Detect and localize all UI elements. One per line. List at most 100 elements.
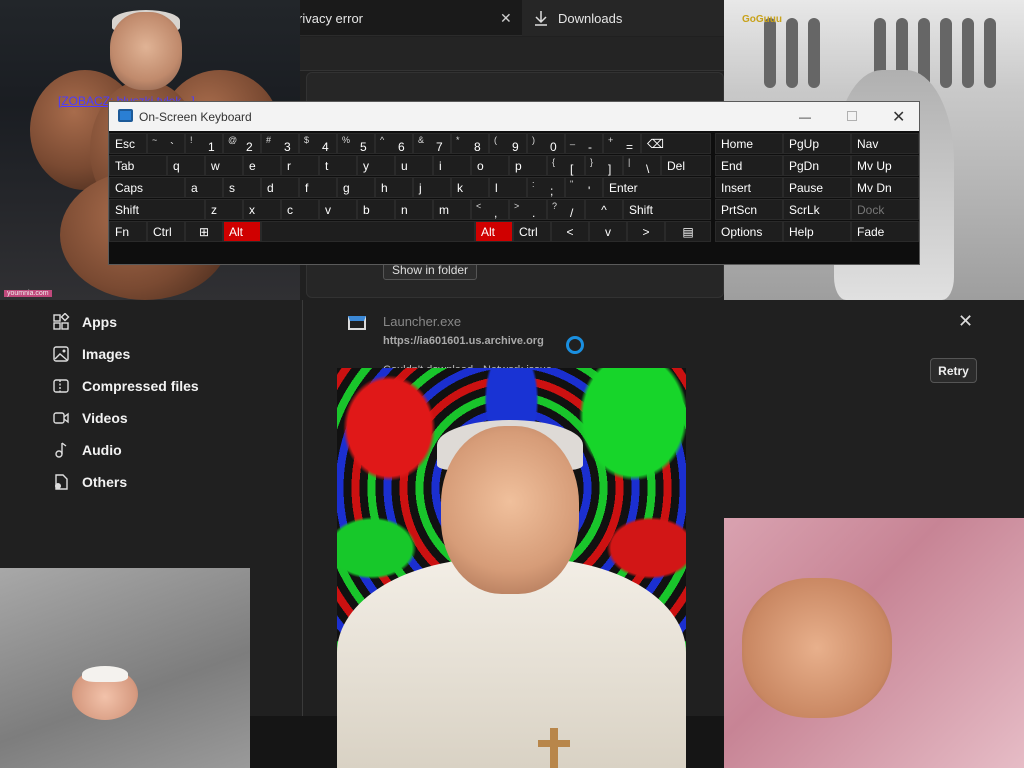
key-row5-2[interactable]: ⊞ xyxy=(185,221,223,242)
key-fade[interactable]: Fade xyxy=(851,221,919,242)
sidebar-item-compressed[interactable]: Compressed files xyxy=(40,370,280,402)
key-row3-9-l[interactable]: l xyxy=(489,177,527,198)
key-row1-12[interactable]: _ - xyxy=(565,133,603,154)
key-row1-11[interactable]: ) 0 xyxy=(527,133,565,154)
key-row1-9[interactable]: * 8 xyxy=(451,133,489,154)
key-row2-10-p[interactable]: p xyxy=(509,155,547,176)
key-row4-1-z[interactable]: z xyxy=(205,199,243,220)
key-row3-12-enter[interactable]: Enter xyxy=(603,177,711,198)
key-prtscn[interactable]: PrtScn xyxy=(715,199,783,220)
key-row2-8-i[interactable]: i xyxy=(433,155,471,176)
key-row2-1-q[interactable]: q xyxy=(167,155,205,176)
key-row1-10[interactable]: (9 xyxy=(489,133,527,154)
key-row5-1-ctrl[interactable]: Ctrl xyxy=(147,221,185,242)
key-row4-12-shift[interactable]: Shift xyxy=(623,199,711,220)
key-row3-5-g[interactable]: g xyxy=(337,177,375,198)
key-pgup[interactable]: PgUp xyxy=(783,133,851,154)
key-options[interactable]: Options xyxy=(715,221,783,242)
key-pgdn[interactable]: PgDn xyxy=(783,155,851,176)
close-icon[interactable]: ✕ xyxy=(958,311,973,332)
key-row5-5-alt[interactable]: Alt xyxy=(475,221,513,242)
key-row2-0-tab[interactable]: Tab xyxy=(109,155,167,176)
key-row4-6-n[interactable]: n xyxy=(395,199,433,220)
key-row2-7-u[interactable]: u xyxy=(395,155,433,176)
key-pause[interactable]: Pause xyxy=(783,177,851,198)
key-row1-13[interactable]: + = xyxy=(603,133,641,154)
key-dock[interactable]: Dock xyxy=(851,199,919,220)
tab-close-icon[interactable]: ✕ xyxy=(500,10,512,27)
key-row5-0-fn[interactable]: Fn xyxy=(109,221,147,242)
key-home[interactable]: Home xyxy=(715,133,783,154)
key-row5-9[interactable]: > xyxy=(627,221,665,242)
key-row1-6[interactable]: % 5 xyxy=(337,133,375,154)
key-row5-10[interactable]: ▤ xyxy=(665,221,711,242)
key-row2-9-o[interactable]: o xyxy=(471,155,509,176)
key-row3-7-j[interactable]: j xyxy=(413,177,451,198)
sidebar-item-videos[interactable]: Videos xyxy=(40,402,280,434)
key-row1-14[interactable]: ⌫ xyxy=(641,133,711,154)
key-row4-10[interactable]: ? / xyxy=(547,199,585,220)
key-row1-0-esc[interactable]: Esc xyxy=(109,133,147,154)
key-row5-8-v[interactable]: v xyxy=(589,221,627,242)
maximize-button[interactable] xyxy=(847,111,857,121)
key-row1-1[interactable]: ~ ` xyxy=(147,133,185,154)
key-row5-6-ctrl[interactable]: Ctrl xyxy=(513,221,551,242)
key-row5-4[interactable] xyxy=(261,221,475,242)
key-row1-3[interactable]: @2 xyxy=(223,133,261,154)
key-row3-1-a[interactable]: a xyxy=(185,177,223,198)
sidebar-item-audio[interactable]: Audio xyxy=(40,434,280,466)
key-row1-8[interactable]: & 7 xyxy=(413,133,451,154)
key-row4-2-x[interactable]: x xyxy=(243,199,281,220)
key-row2-11[interactable]: {[ xyxy=(547,155,585,176)
key-row1-5[interactable]: $4 xyxy=(299,133,337,154)
key-row4-11[interactable]: ^ xyxy=(585,199,623,220)
key-row2-6-y[interactable]: y xyxy=(357,155,395,176)
portrait-image xyxy=(337,368,686,768)
key-scrlk[interactable]: ScrLk xyxy=(783,199,851,220)
key-row2-13[interactable]: | \ xyxy=(623,155,661,176)
key-row4-0-shift[interactable]: Shift xyxy=(109,199,205,220)
minimize-button[interactable]: — xyxy=(799,110,811,124)
sidebar-item-images[interactable]: Images xyxy=(40,338,280,370)
key-nav[interactable]: Nav xyxy=(851,133,919,154)
key-row2-2-w[interactable]: w xyxy=(205,155,243,176)
key-row2-5-t[interactable]: t xyxy=(319,155,357,176)
key-row4-7-m[interactable]: m xyxy=(433,199,471,220)
key-row4-8[interactable]: <, xyxy=(471,199,509,220)
osk-titlebar[interactable]: On-Screen Keyboard — ✕ xyxy=(109,102,919,131)
key-row1-7[interactable]: ^ 6 xyxy=(375,133,413,154)
key-row4-5-b[interactable]: b xyxy=(357,199,395,220)
key-row1-2[interactable]: ! 1 xyxy=(185,133,223,154)
key-row3-10[interactable]: :; xyxy=(527,177,565,198)
sidebar-item-others[interactable]: Others xyxy=(40,466,280,498)
key-row5-7[interactable]: < xyxy=(551,221,589,242)
key-end[interactable]: End xyxy=(715,155,783,176)
key-row1-4[interactable]: #3 xyxy=(261,133,299,154)
tab-privacy-error[interactable]: rivacy error ✕ xyxy=(290,0,520,36)
key-row3-8-k[interactable]: k xyxy=(451,177,489,198)
key-mv-up[interactable]: Mv Up xyxy=(851,155,919,176)
key-row2-14-del[interactable]: Del xyxy=(661,155,711,176)
key-row4-3-c[interactable]: c xyxy=(281,199,319,220)
key-row3-4-f[interactable]: f xyxy=(299,177,337,198)
key-insert[interactable]: Insert xyxy=(715,177,783,198)
key-row2-12[interactable]: }] xyxy=(585,155,623,176)
key-help[interactable]: Help xyxy=(783,221,851,242)
key-row3-2-s[interactable]: s xyxy=(223,177,261,198)
key-row3-3-d[interactable]: d xyxy=(261,177,299,198)
retry-button[interactable]: Retry xyxy=(930,358,977,383)
key-row2-3-e[interactable]: e xyxy=(243,155,281,176)
key-row3-11[interactable]: " ' xyxy=(565,177,603,198)
sidebar-item-apps[interactable]: Apps xyxy=(40,306,280,338)
key-row4-4-v[interactable]: v xyxy=(319,199,357,220)
key-row3-0-caps[interactable]: Caps xyxy=(109,177,185,198)
close-button[interactable]: ✕ xyxy=(892,107,905,127)
key-row4-9[interactable]: >. xyxy=(509,199,547,220)
address-bar[interactable] xyxy=(300,37,724,71)
key-mv-dn[interactable]: Mv Dn xyxy=(851,177,919,198)
download-filename[interactable]: Launcher.exe xyxy=(383,314,461,329)
key-row2-4-r[interactable]: r xyxy=(281,155,319,176)
key-row5-3-alt[interactable]: Alt xyxy=(223,221,261,242)
key-row3-6-h[interactable]: h xyxy=(375,177,413,198)
tab-downloads[interactable]: Downloads xyxy=(522,0,724,36)
